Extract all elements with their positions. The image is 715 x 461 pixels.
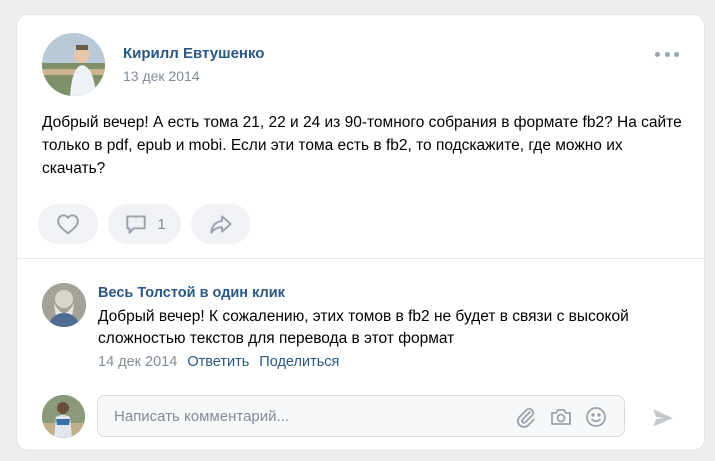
current-user-avatar[interactable] <box>42 395 85 438</box>
comment-composer <box>97 395 625 437</box>
smile-icon[interactable] <box>584 405 608 429</box>
comment-date[interactable]: 14 дек 2014 <box>98 354 177 370</box>
author-avatar[interactable] <box>42 33 105 96</box>
comment-text: Добрый вечер! К сожалению, этих томов в … <box>98 308 629 347</box>
commenter-photo <box>42 283 86 327</box>
paperclip-icon[interactable] <box>514 405 538 429</box>
comment-meta: 14 дек 2014 Ответить Поделиться <box>98 354 339 370</box>
share-icon <box>208 211 234 237</box>
comment-icon <box>123 211 149 237</box>
post-date[interactable]: 13 дек 2014 <box>123 68 200 84</box>
more-dot <box>655 51 660 57</box>
reply-link[interactable]: Ответить <box>187 354 249 370</box>
comments-divider <box>17 258 704 259</box>
author-photo <box>42 33 105 96</box>
more-dot <box>674 51 679 57</box>
comment-author-name[interactable]: Весь Толстой в один клик <box>98 285 285 301</box>
current-user-photo <box>42 395 85 438</box>
camera-icon[interactable] <box>549 405 573 429</box>
post-author-name[interactable]: Кирилл Евтушенко <box>123 45 264 62</box>
send-icon[interactable] <box>650 405 676 431</box>
post-text: Добрый вечер! А есть тома 21, 22 и 24 из… <box>42 114 682 177</box>
heart-icon <box>55 211 81 237</box>
post-card: Кирилл Евтушенко 13 дек 2014 Добрый вече… <box>16 14 705 451</box>
comment-input[interactable] <box>98 396 498 436</box>
comment-count: 1 <box>157 215 166 233</box>
share-button[interactable] <box>191 204 251 244</box>
share-comment-link[interactable]: Поделиться <box>259 354 339 370</box>
more-dot <box>664 51 670 57</box>
comment-button[interactable]: 1 <box>108 204 181 244</box>
like-button[interactable] <box>38 204 98 244</box>
more-horizontal-icon[interactable] <box>655 47 679 61</box>
commenter-avatar[interactable] <box>42 283 86 327</box>
